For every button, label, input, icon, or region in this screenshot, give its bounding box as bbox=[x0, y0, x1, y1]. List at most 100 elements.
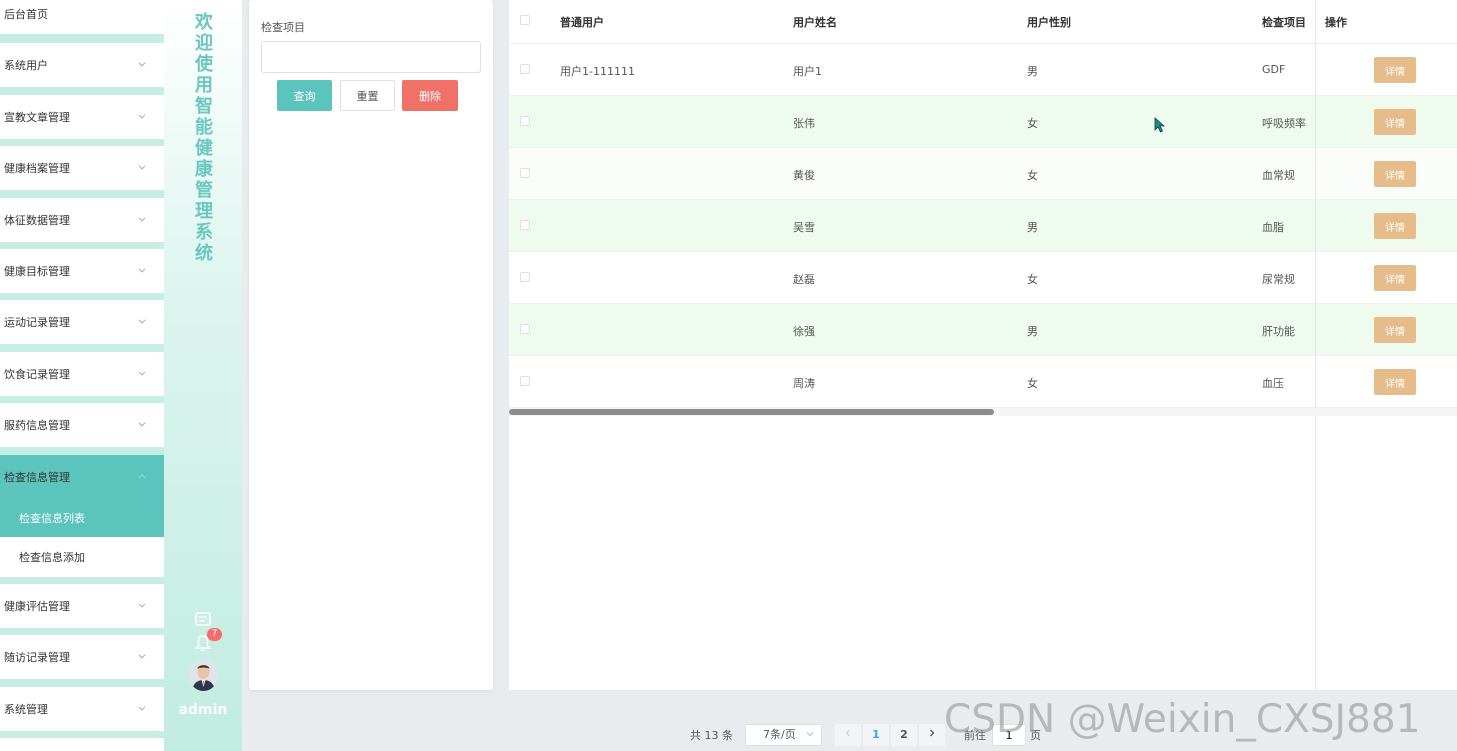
row-checkbox[interactable] bbox=[520, 116, 530, 126]
detail-button[interactable]: 详情 bbox=[1374, 213, 1416, 239]
page-2-button[interactable]: 2 bbox=[891, 724, 917, 746]
chevron-down-icon bbox=[138, 371, 146, 376]
sidebar-item-diet-records[interactable]: 饮食记录管理 bbox=[0, 352, 164, 396]
header-name[interactable]: 用户姓名 bbox=[793, 14, 837, 30]
sidebar-item-partial bbox=[0, 738, 164, 751]
row-checkbox[interactable] bbox=[520, 220, 530, 230]
row-checkbox[interactable] bbox=[520, 168, 530, 178]
chevron-down-icon bbox=[138, 603, 146, 608]
total-count: 共 13 条 bbox=[690, 729, 733, 742]
sidebar-item-home[interactable]: 后台首页 bbox=[0, 0, 164, 34]
username-label: admin bbox=[178, 702, 228, 718]
sidebar-menu: 后台首页 系统用户 宣教文章管理 健康档案管理 体征数据管理 健康目标管理 运动… bbox=[0, 0, 164, 751]
watermark: CSDN @Weixin_CXSJ881 bbox=[944, 697, 1421, 742]
horizontal-scrollbar[interactable] bbox=[509, 408, 1457, 416]
sidebar-item-label: 健康档案管理 bbox=[4, 162, 70, 175]
sidebar-item-examinations[interactable]: 检查信息管理 bbox=[0, 455, 164, 499]
sidebar-item-label: 随访记录管理 bbox=[4, 651, 70, 664]
prev-page-button[interactable] bbox=[835, 724, 861, 746]
page-size-select[interactable]: 7条/页 bbox=[745, 724, 822, 746]
cell-name: 赵磊 bbox=[793, 273, 815, 286]
header-gender[interactable]: 用户性别 bbox=[1027, 14, 1071, 30]
header-action: 操作 bbox=[1325, 16, 1347, 29]
header-exam-item[interactable]: 检查项目 bbox=[1262, 14, 1306, 30]
reset-button[interactable]: 重置 bbox=[340, 80, 395, 111]
sidebar-item-medication[interactable]: 服药信息管理 bbox=[0, 403, 164, 447]
sidebar-item-follow-up[interactable]: 随访记录管理 bbox=[0, 635, 164, 679]
scrollbar-thumb[interactable] bbox=[509, 409, 994, 415]
delete-button[interactable]: 删除 bbox=[402, 80, 458, 111]
chevron-down-icon bbox=[806, 732, 814, 737]
cell-exam-item: 呼吸频率 bbox=[1262, 117, 1306, 130]
cell-exam-item: GDF bbox=[1262, 63, 1286, 76]
cell-name: 徐强 bbox=[793, 325, 815, 338]
sidebar-item-label: 系统管理 bbox=[4, 703, 48, 716]
sidebar-subitem-label: 检查信息列表 bbox=[19, 512, 85, 525]
row-checkbox[interactable] bbox=[520, 272, 530, 282]
cell-gender: 女 bbox=[1027, 273, 1038, 286]
sidebar-item-health-records[interactable]: 健康档案管理 bbox=[0, 146, 164, 190]
row-checkbox[interactable] bbox=[520, 324, 530, 334]
fixed-column-divider bbox=[1315, 0, 1316, 690]
cell-name: 吴雪 bbox=[793, 221, 815, 234]
sidebar-item-vital-signs[interactable]: 体征数据管理 bbox=[0, 198, 164, 242]
chevron-down-icon bbox=[138, 165, 146, 170]
select-all-checkbox[interactable] bbox=[520, 15, 530, 25]
detail-button[interactable]: 详情 bbox=[1374, 265, 1416, 291]
sidebar-subitem-exam-list[interactable]: 检查信息列表 bbox=[0, 498, 164, 538]
sidebar-item-health-assessment[interactable]: 健康评估管理 bbox=[0, 584, 164, 628]
sidebar-item-health-goals[interactable]: 健康目标管理 bbox=[0, 249, 164, 293]
exam-item-input[interactable] bbox=[261, 41, 481, 73]
detail-button[interactable]: 详情 bbox=[1374, 57, 1416, 83]
sidebar-item-system-management[interactable]: 系统管理 bbox=[0, 687, 164, 731]
search-panel: 检查项目 查询 重置 删除 bbox=[249, 0, 493, 690]
sidebar-subitem-label: 检查信息添加 bbox=[19, 551, 85, 564]
page-1-button[interactable]: 1 bbox=[863, 724, 889, 746]
chevron-up-icon bbox=[138, 474, 146, 479]
sidebar-item-label: 健康目标管理 bbox=[4, 265, 70, 278]
chevron-down-icon bbox=[138, 422, 146, 427]
data-table: 普通用户 用户姓名 用户性别 检查项目 操作 用户1-111111 用户1 男 … bbox=[509, 0, 1457, 690]
sidebar-item-label: 检查信息管理 bbox=[4, 471, 70, 484]
sidebar-item-exercise-records[interactable]: 运动记录管理 bbox=[0, 300, 164, 344]
cell-name: 用户1 bbox=[793, 65, 822, 78]
cell-name: 周涛 bbox=[793, 377, 815, 390]
detail-button[interactable]: 详情 bbox=[1374, 369, 1416, 395]
message-icon[interactable] bbox=[194, 612, 212, 628]
chevron-down-icon bbox=[138, 706, 146, 711]
sidebar-item-label: 体征数据管理 bbox=[4, 214, 70, 227]
chevron-down-icon bbox=[138, 114, 146, 119]
sidebar-item-education-articles[interactable]: 宣教文章管理 bbox=[0, 95, 164, 139]
notification-badge: 7 bbox=[207, 628, 222, 641]
cell-gender: 女 bbox=[1027, 117, 1038, 130]
cell-exam-item: 血常规 bbox=[1262, 169, 1295, 182]
avatar[interactable] bbox=[189, 660, 218, 691]
detail-button[interactable]: 详情 bbox=[1374, 317, 1416, 343]
mouse-cursor-icon bbox=[1154, 117, 1166, 133]
chevron-down-icon bbox=[138, 62, 146, 67]
cell-gender: 男 bbox=[1027, 325, 1038, 338]
chevron-right-icon bbox=[930, 729, 935, 737]
sidebar-item-label: 后台首页 bbox=[4, 8, 48, 21]
chevron-down-icon bbox=[138, 654, 146, 659]
sidebar-item-label: 系统用户 bbox=[4, 59, 48, 72]
chevron-down-icon bbox=[138, 217, 146, 222]
next-page-button[interactable] bbox=[919, 724, 945, 746]
sidebar-subitem-exam-add[interactable]: 检查信息添加 bbox=[0, 537, 164, 577]
sidebar-item-label: 服药信息管理 bbox=[4, 419, 70, 432]
sidebar-item-label: 健康评估管理 bbox=[4, 600, 70, 613]
welcome-panel: 欢迎使用智能健康管理系统 7 admin bbox=[164, 0, 242, 751]
detail-button[interactable]: 详情 bbox=[1374, 161, 1416, 187]
row-checkbox[interactable] bbox=[520, 376, 530, 386]
header-user[interactable]: 普通用户 bbox=[560, 14, 604, 30]
query-button[interactable]: 查询 bbox=[277, 80, 332, 111]
detail-button[interactable]: 详情 bbox=[1374, 109, 1416, 135]
sidebar-item-label: 运动记录管理 bbox=[4, 316, 70, 329]
row-checkbox[interactable] bbox=[520, 64, 530, 74]
cell-gender: 男 bbox=[1027, 221, 1038, 234]
cell-gender: 男 bbox=[1027, 65, 1038, 78]
exam-item-label: 检查项目 bbox=[261, 21, 305, 34]
sidebar-item-label: 饮食记录管理 bbox=[4, 368, 70, 381]
cell-exam-item: 血脂 bbox=[1262, 221, 1284, 234]
sidebar-item-system-users[interactable]: 系统用户 bbox=[0, 43, 164, 87]
